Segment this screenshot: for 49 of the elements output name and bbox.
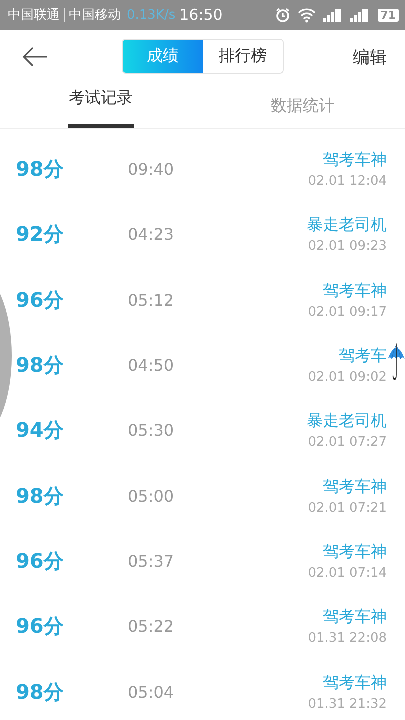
score-text: 96分 (16, 548, 65, 575)
duration-text: 09:40 (128, 160, 174, 180)
user-name: 驾考车神 (323, 607, 387, 628)
duration-text: 05:22 (128, 617, 174, 636)
umbrella-icon[interactable] (388, 342, 405, 382)
duration-text: 05:37 (128, 552, 174, 571)
score-text: 96分 (16, 286, 65, 314)
user-name: 驾考车神 (323, 672, 387, 694)
tab[interactable]: 考试记录 (68, 84, 134, 128)
date-time: 01.31 22:08 (308, 631, 387, 646)
score-text: 98分 (16, 156, 65, 184)
score-text: 92分 (16, 221, 65, 248)
back-icon[interactable] (22, 47, 48, 67)
signal-icon (350, 8, 370, 22)
user-name: 暴走老司机 (307, 411, 387, 432)
duration-text: 05:04 (128, 682, 174, 702)
duration-text: 04:23 (128, 225, 174, 244)
date-time: 02.01 07:21 (308, 500, 387, 516)
score-text: 98分 (16, 482, 65, 510)
alarm-icon (274, 7, 291, 23)
date-time: 02.01 12:04 (308, 174, 387, 190)
date-time: 01.31 21:32 (308, 696, 387, 712)
score-text: 96分 (16, 613, 65, 640)
score-text: 94分 (16, 417, 65, 444)
user-name: 驾考车神 (323, 150, 387, 172)
user-name: 暴走老司机 (307, 215, 387, 236)
user-name: 驾考车神 (323, 542, 387, 563)
duration-text: 05:30 (128, 421, 174, 440)
wifi-icon (298, 8, 316, 22)
carrier-name: 中国联通 (8, 7, 60, 24)
score-text: 98分 (16, 352, 65, 380)
date-time: 02.01 07:27 (308, 435, 387, 450)
duration-text: 05:00 (128, 486, 174, 506)
score-text: 98分 (16, 678, 65, 706)
user-name: 驾考车 (339, 346, 387, 368)
status-time: 16:50 (180, 6, 223, 24)
date-time: 02.01 09:02 (308, 370, 387, 386)
user-name: 驾考车神 (323, 280, 387, 302)
carrier-name: 中国移动 (69, 7, 121, 24)
user-name: 驾考车神 (323, 476, 387, 498)
date-time: 02.01 07:14 (308, 566, 387, 581)
date-time: 02.01 09:23 (308, 239, 387, 254)
network-speed: 0.13K/s (127, 8, 176, 22)
battery-level: 71 (378, 8, 399, 22)
date-time: 02.01 09:17 (308, 304, 387, 320)
signal-icon (322, 8, 343, 22)
duration-text: 04:50 (128, 356, 174, 376)
duration-text: 05:12 (128, 290, 174, 310)
edit-button[interactable]: 编辑 (353, 46, 387, 68)
